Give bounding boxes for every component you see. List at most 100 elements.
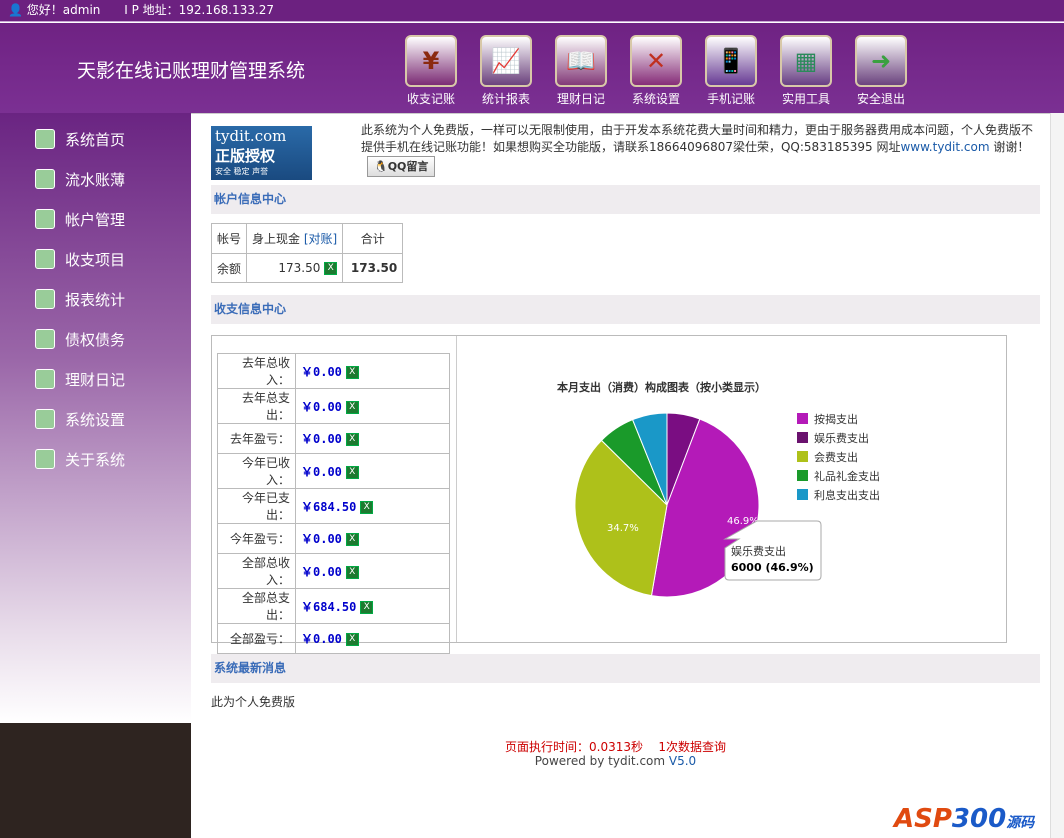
row-value: ￥0.00 X	[295, 553, 450, 589]
excel-icon[interactable]: X	[324, 262, 338, 275]
row-label: 去年总收入：	[217, 353, 296, 389]
excel-icon[interactable]: X	[345, 565, 359, 579]
notice-tail: 谢谢！	[989, 140, 1030, 154]
sidebar-item-label: 债权债务	[65, 330, 126, 349]
cash-label: 身上现金	[252, 232, 301, 246]
nav-yen[interactable]: ¥ 收支记账	[401, 35, 461, 107]
watermark-logo: ASP300源码	[894, 804, 1035, 834]
cash-amount: 173.50	[278, 261, 321, 275]
menu-item-icon	[35, 209, 55, 229]
sidebar-item-3[interactable]: 收支项目	[35, 248, 125, 270]
excel-icon[interactable]: X	[360, 500, 374, 514]
nav-chart[interactable]: 📈 统计报表	[476, 35, 536, 107]
slice-label: 34.7%	[607, 523, 639, 534]
legend-swatch	[797, 489, 808, 500]
excel-icon[interactable]: X	[345, 433, 359, 446]
nav-label: 安全退出	[856, 92, 905, 106]
sidebar-footer	[0, 723, 191, 838]
query-count: 1次数据查询	[658, 740, 726, 754]
exec-info: 页面执行时间：0.0313秒 1次数据查询	[191, 738, 1040, 755]
sidebar-item-label: 系统设置	[65, 410, 126, 429]
reconcile-link[interactable]: [对账]	[304, 232, 337, 246]
nav-label: 实用工具	[781, 92, 830, 106]
yen-icon: ¥	[405, 35, 457, 87]
legend-swatch	[797, 451, 808, 462]
phone-icon: 📱	[705, 35, 757, 87]
qq-message-button[interactable]: 🐧QQ留言	[367, 156, 436, 177]
ip-address: I P 地址：192.168.133.27	[124, 3, 275, 17]
row-value: ￥0.00 X	[295, 453, 450, 489]
section-income: 收支信息中心	[211, 295, 1040, 324]
sidebar-item-label: 收支项目	[65, 250, 126, 269]
income-panel: 去年总收入： ￥0.00 X 去年总支出： ￥0.00 X 去年盈亏： ￥0.00 X 今年…	[211, 335, 1007, 654]
website-link[interactable]: www.tydit.com	[900, 140, 989, 154]
nav-label: 系统设置	[631, 92, 680, 106]
row-label: 去年盈亏：	[217, 423, 296, 454]
tooltip-name: 娱乐费支出	[731, 544, 786, 558]
nav-label: 手机记账	[706, 92, 755, 106]
logo-title: tydit.com	[215, 127, 287, 145]
excel-icon[interactable]: X	[345, 400, 359, 414]
menu-item-icon	[35, 289, 55, 309]
sidebar-item-label: 报表统计	[65, 290, 126, 309]
excel-icon[interactable]: X	[360, 600, 374, 614]
excel-icon[interactable]: X	[345, 365, 359, 379]
menu-item-icon	[35, 249, 55, 269]
amount: ￥0.00	[301, 532, 342, 546]
logo-sub: 安全 稳定 声誉	[215, 167, 269, 176]
row-value: ￥684.50 X	[295, 588, 450, 624]
pie-chart: 本月支出（消费）构成图表（按小类显示）46.9%34.7%按揭支出娱乐费支出会费…	[557, 380, 880, 598]
sidebar-item-1[interactable]: 流水账薄	[35, 168, 125, 190]
section-account: 帐户信息中心	[211, 185, 1040, 214]
amount: ￥0.00	[301, 432, 342, 446]
account-table: 帐号 身上现金 [对账] 合计 余额 173.50 X 173.50	[210, 223, 404, 283]
menu-item-icon	[35, 169, 55, 189]
sidebar-item-8[interactable]: 关于系统	[35, 448, 125, 470]
sidebar-item-label: 关于系统	[65, 450, 126, 469]
sidebar-item-6[interactable]: 理财日记	[35, 368, 125, 390]
excel-icon[interactable]: X	[345, 465, 359, 479]
row-value: ￥0.00 X	[295, 623, 450, 654]
nav-tools[interactable]: ✕ 系统设置	[626, 35, 686, 107]
amount: ￥0.00	[301, 632, 342, 646]
tools-icon: ✕	[630, 35, 682, 87]
sidebar-item-5[interactable]: 债权债务	[35, 328, 125, 350]
row-value: ￥0.00 X	[295, 388, 450, 424]
greeting: 您好！admin	[26, 3, 101, 17]
table-row: 全部总支出： ￥684.50 X	[217, 588, 450, 624]
row-value: ￥0.00 X	[295, 353, 450, 389]
header-account: 帐号	[210, 223, 248, 254]
excel-icon[interactable]: X	[345, 533, 359, 546]
nav-calculator[interactable]: ▦ 实用工具	[776, 35, 836, 107]
top-bar: 👤 您好！admin I P 地址：192.168.133.27	[0, 0, 1064, 22]
sidebar-item-label: 流水账薄	[65, 170, 126, 189]
scrollbar[interactable]	[1050, 113, 1064, 838]
menu-item-icon	[35, 329, 55, 349]
sidebar-item-4[interactable]: 报表统计	[35, 288, 125, 310]
app-title: 天影在线记账理财管理系统	[77, 60, 306, 82]
menu-item-icon	[35, 449, 55, 469]
sidebar-item-0[interactable]: 系统首页	[35, 128, 125, 150]
chart-title: 本月支出（消费）构成图表（按小类显示）	[557, 380, 766, 394]
table-row: 去年盈亏： ￥0.00 X	[217, 423, 450, 454]
legend-swatch	[797, 470, 808, 481]
sidebar-item-2[interactable]: 帐户管理	[35, 208, 125, 230]
authorization-logo: tydit.com 正版授权 安全 稳定 声誉	[211, 126, 312, 180]
nav-exit[interactable]: ➜ 安全退出	[851, 35, 911, 107]
nav-phone[interactable]: 📱 手机记账	[701, 35, 761, 107]
qq-penguin-icon: 🐧	[374, 160, 388, 173]
amount: ￥684.50	[301, 599, 357, 614]
nav-book[interactable]: 📖 理财日记	[551, 35, 611, 107]
excel-icon[interactable]: X	[345, 633, 359, 646]
chart-icon: 📈	[480, 35, 532, 87]
row-label: 全部盈亏：	[217, 623, 296, 654]
table-row: 去年总支出： ￥0.00 X	[217, 388, 450, 424]
row-label: 今年已支出：	[217, 488, 296, 524]
sidebar-item-7[interactable]: 系统设置	[35, 408, 125, 430]
row-balance-label: 余额	[210, 253, 248, 283]
row-value: ￥684.50 X	[295, 488, 450, 524]
qq-label: QQ留言	[387, 160, 429, 173]
legend-item: 礼品礼金支出	[814, 469, 880, 483]
cash-value: 173.50 X	[246, 253, 344, 283]
table-row: 去年总收入： ￥0.00 X	[217, 353, 450, 389]
